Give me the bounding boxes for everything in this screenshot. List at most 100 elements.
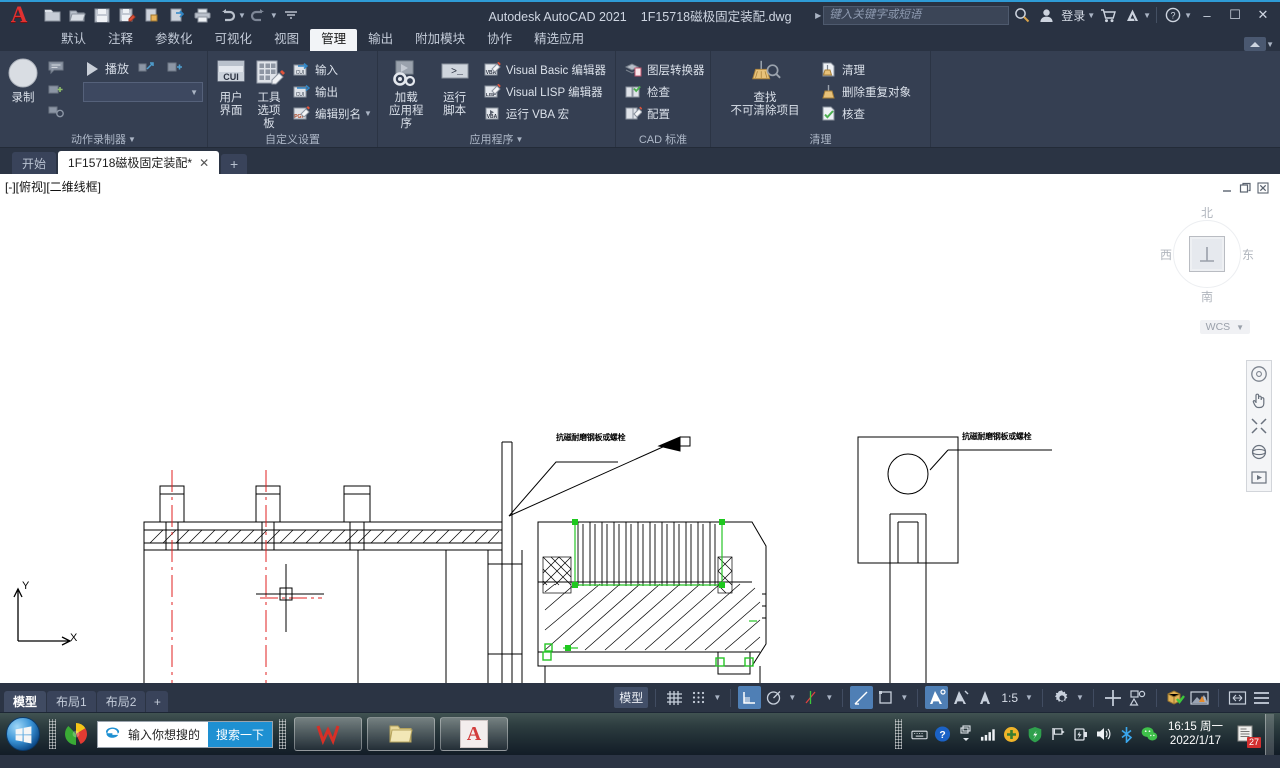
record-button[interactable]: 录制 — [6, 56, 40, 105]
redo-caret-icon[interactable]: ▼ — [270, 11, 278, 20]
customization-menu-button[interactable] — [1250, 686, 1273, 709]
tab-manage[interactable]: 管理 — [310, 29, 358, 51]
drawing-canvas[interactable]: [-][俯视][二维线框] 北 南 西 东 WCS ▼ 抗磁耐磨钢板或螺栓 抗磁… — [0, 174, 1280, 683]
ucs-settings-caret-icon[interactable]: ▼ — [898, 693, 910, 702]
recorder-preferences-button[interactable] — [135, 59, 158, 78]
help-tray-icon[interactable]: ? — [934, 725, 951, 743]
leader-note-left[interactable]: 抗磁耐磨钢板或螺栓 — [556, 432, 626, 443]
show-hidden-icons-icon[interactable] — [957, 725, 974, 743]
save-as-icon[interactable] — [115, 3, 139, 27]
purge-button[interactable]: 清理 — [817, 60, 914, 79]
signin-label[interactable]: 登录 — [1059, 7, 1087, 24]
maximize-window-button[interactable]: ☐ — [1222, 3, 1248, 27]
panel-title-action-recorder[interactable]: 动作录制器 ▼ — [0, 131, 207, 147]
network-signal-icon[interactable] — [980, 725, 997, 743]
help-caret-icon[interactable]: ▼ — [1184, 11, 1192, 20]
help-icon[interactable]: ? — [1162, 4, 1184, 26]
tab-parametric[interactable]: 参数化 — [144, 29, 204, 51]
search-input[interactable]: 键入关键字或短语 — [823, 5, 1010, 25]
object-snap-button[interactable] — [799, 686, 822, 709]
snap-mode-button[interactable] — [687, 686, 710, 709]
close-window-button[interactable]: ✕ — [1250, 3, 1276, 27]
customize-qat-icon[interactable] — [279, 3, 303, 27]
notification-center-button[interactable]: 27 — [1233, 721, 1261, 748]
visual-basic-editor-button[interactable]: VBA Visual Basic 编辑器 — [481, 60, 609, 79]
taskbar-item-explorer[interactable] — [367, 717, 436, 751]
signin-caret-icon[interactable]: ▼ — [1087, 11, 1095, 20]
workspace-switching-button[interactable] — [1050, 686, 1073, 709]
browser-search-input[interactable]: 输入你想搜的 — [124, 726, 208, 743]
new-file-icon[interactable] — [40, 3, 64, 27]
insert-message-button[interactable] — [44, 58, 67, 77]
file-tab-drawing[interactable]: 1F15718磁极固定装配* ✕ — [58, 151, 220, 174]
autoscale-button[interactable] — [949, 686, 972, 709]
load-application-button[interactable]: 加载 应用程序 — [384, 56, 428, 131]
leader-note-right[interactable]: 抗磁耐磨钢板或螺栓 — [962, 431, 1032, 442]
tab-default[interactable]: 默认 — [50, 29, 97, 51]
model-space-toggle[interactable]: 模型 — [614, 687, 649, 708]
security-shield-icon[interactable] — [1026, 725, 1043, 743]
power-icon[interactable] — [1072, 725, 1089, 743]
search-icon[interactable] — [1011, 4, 1033, 26]
plot-preview-icon[interactable] — [140, 3, 164, 27]
layout-tab-layout2[interactable]: 布局2 — [96, 691, 146, 712]
layout-tab-model[interactable]: 模型 — [4, 691, 47, 712]
panel-expand-caret-icon[interactable]: ▼ — [516, 135, 524, 144]
insert-base-point-button[interactable] — [44, 80, 67, 99]
tray-gripper[interactable] — [895, 719, 903, 749]
taskbar-gripper[interactable] — [49, 719, 56, 749]
panel-expand-caret-icon[interactable]: ▼ — [128, 135, 136, 144]
user-input-button[interactable] — [44, 102, 67, 121]
find-nonpurgeable-button[interactable]: 查找 不可清除项目 — [717, 56, 813, 118]
annotation-scale-button[interactable] — [973, 686, 996, 709]
osnap-settings-caret-icon[interactable]: ▼ — [823, 693, 835, 702]
flag-icon[interactable] — [1049, 725, 1066, 743]
play-button[interactable]: 播放 — [83, 60, 129, 77]
grid-display-button[interactable] — [663, 686, 686, 709]
browser-search-button[interactable]: 搜索一下 — [208, 721, 273, 747]
layout-tab-layout1[interactable]: 布局1 — [47, 691, 96, 712]
hardware-acceleration-button[interactable] — [1164, 686, 1187, 709]
taskbar-item-wps[interactable] — [294, 717, 363, 751]
file-tab-start[interactable]: 开始 — [12, 152, 57, 174]
user-interface-button[interactable]: CUI 用户 界面 — [214, 56, 248, 118]
minimize-window-button[interactable]: – — [1194, 3, 1220, 27]
redo-icon[interactable] — [247, 3, 271, 27]
plot-icon[interactable] — [190, 3, 214, 27]
customize-cross-button[interactable] — [1101, 686, 1125, 709]
tool-palettes-button[interactable]: 工具 选项板 — [252, 56, 286, 131]
tab-annotate[interactable]: 注释 — [97, 29, 144, 51]
edit-aliases-caret-icon[interactable]: ▼ — [364, 109, 372, 118]
tab-visualize[interactable]: 可视化 — [204, 29, 264, 51]
ribbon-options-caret-icon[interactable]: ▼ — [1266, 40, 1274, 49]
configure-standards-button[interactable]: 配置 — [622, 104, 708, 123]
isolate-objects-button[interactable] — [1126, 686, 1149, 709]
scale-list-caret-icon[interactable]: ▼ — [1023, 693, 1035, 702]
close-tab-icon[interactable]: ✕ — [199, 156, 209, 170]
export-icon[interactable] — [165, 3, 189, 27]
start-button[interactable] — [0, 714, 46, 754]
annotation-visibility-button[interactable] — [925, 686, 949, 709]
scale-value-label[interactable]: 1:5 — [997, 686, 1022, 709]
undo-icon[interactable] — [215, 3, 239, 27]
sogou-icon[interactable] — [59, 720, 93, 748]
new-layout-button[interactable]: + — [146, 691, 169, 712]
taskbar-item-autocad[interactable]: A — [440, 717, 509, 751]
volume-icon[interactable] — [1095, 725, 1112, 743]
edit-aliases-button[interactable]: PGP 编辑别名 ▼ — [290, 104, 375, 123]
ortho-mode-button[interactable] — [738, 686, 762, 709]
insert-action-button[interactable] — [164, 59, 187, 78]
bluetooth-icon[interactable] — [1118, 725, 1135, 743]
run-vba-macro-button[interactable]: VBA 运行 VBA 宏 — [481, 104, 609, 123]
visual-lisp-editor-button[interactable]: LISP Visual LISP 编辑器 — [481, 82, 609, 101]
run-script-button[interactable]: >_ 运行 脚本 — [432, 56, 476, 118]
action-macro-combo[interactable]: ▼ — [83, 82, 203, 102]
tab-output[interactable]: 输出 — [357, 29, 404, 51]
polar-tracking-button[interactable] — [762, 686, 785, 709]
autocad-logo[interactable]: A — [0, 2, 38, 28]
ucs-icon-toggle-button[interactable] — [874, 686, 897, 709]
tab-view[interactable]: 视图 — [263, 29, 310, 51]
taskbar-gripper-2[interactable] — [279, 719, 287, 749]
taskbar-clock[interactable]: 16:15 周一 2022/1/17 — [1164, 720, 1227, 748]
search-history-caret-icon[interactable]: ▶ — [815, 11, 821, 20]
